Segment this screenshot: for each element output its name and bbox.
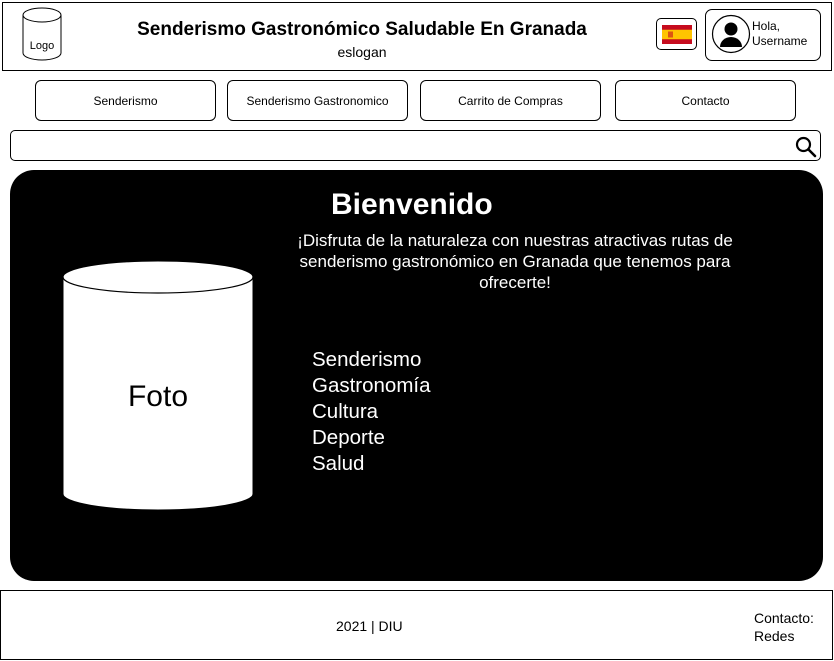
logo-label: Logo	[29, 40, 55, 52]
nav-senderismo-gastronomico[interactable]: Senderismo Gastronomico	[227, 80, 408, 121]
footer	[0, 590, 833, 660]
search-input[interactable]	[17, 134, 781, 158]
features-list: Senderismo Gastronomía Cultura Deporte S…	[312, 347, 431, 477]
nav-label: Senderismo	[93, 93, 158, 108]
slogan: eslogan	[337, 44, 387, 60]
copyright-text: 2021 | DIU	[336, 618, 403, 634]
nav-senderismo[interactable]: Senderismo	[35, 80, 216, 121]
hero-title: Bienvenido	[331, 188, 493, 221]
list-item: Senderismo	[312, 348, 422, 371]
hero-panel: Bienvenido ¡Disfruta de la naturaleza co…	[10, 170, 823, 581]
user-greeting: Hola,	[752, 19, 781, 33]
spain-flag-icon	[662, 25, 692, 44]
search-bar	[10, 130, 821, 161]
list-item: Salud	[312, 452, 365, 475]
user-name: Username	[752, 34, 808, 48]
list-item: Cultura	[312, 400, 379, 423]
avatar-icon	[711, 14, 751, 54]
list-item: Deporte	[312, 426, 385, 449]
nav-contacto[interactable]: Contacto	[615, 80, 796, 121]
contact-label: Contacto:	[754, 610, 814, 626]
nav-label: Senderismo Gastronomico	[246, 93, 389, 108]
nav-carrito-de-compras[interactable]: Carrito de Compras	[420, 80, 601, 121]
photo-label: Foto	[127, 380, 189, 413]
list-item: Gastronomía	[312, 374, 431, 397]
logo[interactable]	[22, 7, 62, 61]
language-button[interactable]	[656, 18, 697, 50]
site-title: Senderismo Gastronómico Saludable En Gra…	[137, 19, 587, 40]
contact-social-link[interactable]: Redes	[754, 627, 794, 645]
user-account-button[interactable]: Hola, Username	[705, 9, 821, 61]
nav-label: Contacto	[681, 93, 730, 108]
logo-cylinder-icon	[22, 7, 62, 61]
search-icon[interactable]	[794, 135, 818, 159]
nav-label: Carrito de Compras	[458, 93, 563, 108]
hero-subtitle: ¡Disfruta de la naturaleza con nuestras …	[297, 231, 733, 292]
